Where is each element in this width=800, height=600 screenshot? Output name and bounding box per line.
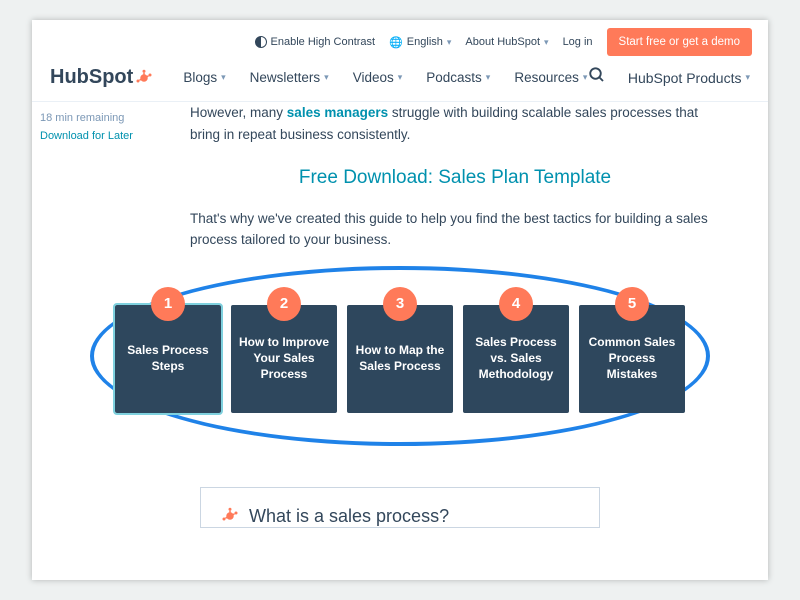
card-badge: 1	[151, 287, 185, 321]
nav-blogs[interactable]: Blogs▾	[183, 70, 225, 85]
cta-label: Start free or get a demo	[619, 36, 740, 48]
card-1[interactable]: 1 Sales Process Steps	[115, 305, 221, 413]
card-label: How to Map the Sales Process	[355, 343, 445, 374]
card-3[interactable]: 3 How to Map the Sales Process	[347, 305, 453, 413]
about-link[interactable]: About HubSpot ▾	[465, 36, 548, 48]
card-5[interactable]: 5 Common Sales Process Mistakes	[579, 305, 685, 413]
download-later-link[interactable]: Download for Later	[40, 128, 133, 146]
paragraph-2: That's why we've created this guide to h…	[190, 208, 720, 251]
hubspot-products[interactable]: HubSpot Products ▾	[628, 70, 750, 86]
nav-resources[interactable]: Resources▾	[514, 70, 587, 85]
nav-items: Blogs▾ Newsletters▾ Videos▾ Podcasts▾ Re…	[183, 70, 587, 85]
sales-managers-link[interactable]: sales managers	[287, 105, 388, 120]
chevron-down-icon: ▾	[486, 72, 491, 83]
products-label: HubSpot Products	[628, 70, 742, 86]
panel-heading: What is a sales process?	[221, 506, 579, 527]
card-badge: 5	[615, 287, 649, 321]
card-label: Sales Process Steps	[123, 343, 213, 374]
card-4[interactable]: 4 Sales Process vs. Sales Methodology	[463, 305, 569, 413]
sprocket-icon	[135, 69, 153, 87]
login-label: Log in	[563, 36, 593, 48]
paragraph-1: However, many sales managers struggle wi…	[190, 102, 720, 145]
chevron-down-icon: ▾	[398, 72, 403, 83]
cta-button[interactable]: Start free or get a demo	[607, 28, 752, 56]
language-label: English	[407, 36, 443, 48]
info-panel: What is a sales process?	[200, 487, 600, 528]
sprocket-icon	[221, 507, 239, 525]
step-cards-section: 1 Sales Process Steps 2 How to Improve Y…	[50, 285, 750, 427]
about-label: About HubSpot	[465, 36, 540, 48]
nav-newsletters[interactable]: Newsletters▾	[250, 70, 329, 85]
chevron-down-icon: ▾	[544, 37, 549, 48]
card-label: Common Sales Process Mistakes	[587, 335, 677, 382]
login-link[interactable]: Log in	[563, 36, 593, 48]
app-window: Enable High Contrast 🌐 English ▾ About H…	[32, 20, 768, 580]
chevron-down-icon: ▾	[324, 72, 329, 83]
nav-right: HubSpot Products ▾	[588, 66, 750, 89]
contrast-label: Enable High Contrast	[271, 36, 376, 48]
step-cards: 1 Sales Process Steps 2 How to Improve Y…	[50, 305, 750, 413]
card-badge: 3	[383, 287, 417, 321]
free-download-link[interactable]: Free Download: Sales Plan Template	[190, 163, 720, 193]
search-icon[interactable]	[588, 66, 606, 89]
nav-videos[interactable]: Videos▾	[353, 70, 403, 85]
content-area: 18 min remaining Download for Later Howe…	[32, 102, 768, 552]
card-label: How to Improve Your Sales Process	[239, 335, 329, 382]
sidebar: 18 min remaining Download for Later	[40, 110, 133, 145]
card-badge: 2	[267, 287, 301, 321]
card-badge: 4	[499, 287, 533, 321]
card-label: Sales Process vs. Sales Methodology	[471, 335, 561, 382]
chevron-down-icon: ▾	[221, 72, 226, 83]
chevron-down-icon: ▾	[745, 72, 750, 83]
logo[interactable]: HubSpot	[50, 66, 153, 89]
main-nav: HubSpot Blogs▾ Newsletters▾ Videos▾ Podc…	[32, 64, 768, 102]
globe-icon: 🌐	[389, 36, 403, 49]
reading-time: 18 min remaining	[40, 110, 133, 128]
card-2[interactable]: 2 How to Improve Your Sales Process	[231, 305, 337, 413]
utility-bar: Enable High Contrast 🌐 English ▾ About H…	[32, 20, 768, 64]
panel-heading-text: What is a sales process?	[249, 506, 449, 527]
logo-text: HubSpot	[50, 66, 133, 89]
nav-podcasts[interactable]: Podcasts▾	[426, 70, 490, 85]
article-body: However, many sales managers struggle wi…	[190, 102, 720, 251]
language-selector[interactable]: 🌐 English ▾	[389, 36, 451, 49]
enable-high-contrast[interactable]: Enable High Contrast	[255, 36, 376, 48]
chevron-down-icon: ▾	[447, 37, 452, 48]
chevron-down-icon: ▾	[583, 72, 588, 83]
contrast-icon	[255, 36, 267, 48]
